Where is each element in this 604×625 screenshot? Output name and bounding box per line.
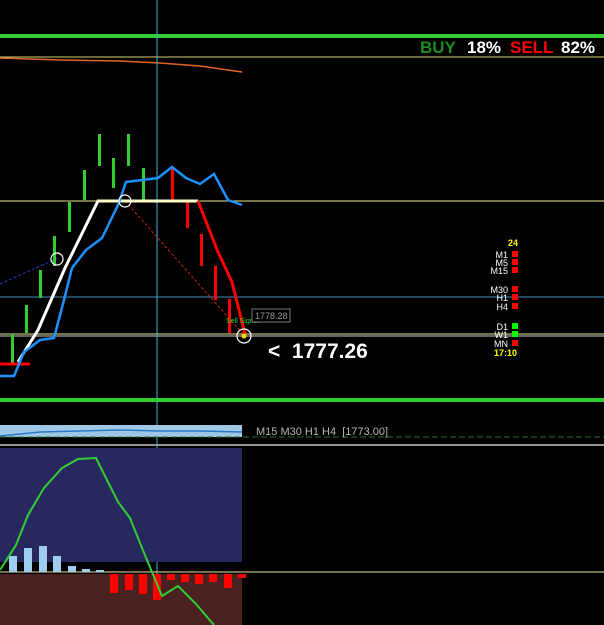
bull-candle (142, 168, 145, 200)
histogram-bar (68, 566, 76, 572)
histogram-bar (139, 574, 147, 594)
trading-chart[interactable]: BUY 18% SELL 82% Sell Signal 1778.28 < 1… (0, 0, 604, 625)
timeframe-status-box (512, 286, 518, 292)
bear-candle (214, 266, 217, 300)
histogram-bar (209, 574, 217, 582)
timeframe-status-box (512, 251, 518, 257)
trend-line-blue-dashed (0, 257, 59, 285)
bull-candle (112, 158, 115, 188)
signal-dot (241, 333, 247, 339)
channel-line-white (16, 199, 126, 363)
histogram-bar (224, 574, 232, 588)
long-moving-average (0, 57, 243, 73)
histogram-bar (24, 548, 32, 572)
bottom-frame-line (0, 398, 604, 402)
timeframe-counter: 24 (508, 238, 518, 248)
timeframe-label: M15 (490, 266, 508, 276)
sell-value: 82% (561, 38, 595, 57)
subwindow-label: M15 M30 H1 H4 [1773.00] (256, 426, 388, 438)
bear-candle (186, 202, 189, 228)
timeframe-status-box (512, 323, 518, 329)
timeframe-time: 17:10 (494, 348, 517, 358)
timeframe-label: H4 (496, 302, 508, 312)
bear-candle (200, 234, 203, 266)
histogram-bar (181, 574, 189, 582)
histogram-bar (39, 546, 47, 572)
histogram-bar (53, 556, 61, 572)
buy-label: BUY (420, 38, 457, 57)
histogram-bar (125, 574, 133, 590)
bull-candle (11, 334, 14, 364)
bull-candle (39, 270, 42, 298)
bull-candle (53, 236, 56, 266)
timeframe-status-box (512, 303, 518, 309)
timeframe-status-box (512, 294, 518, 300)
bull-candle (83, 170, 86, 200)
price-tag: 1778.28 (255, 311, 288, 321)
timeframe-status-box (512, 340, 518, 346)
signal-circle[interactable] (50, 252, 64, 266)
channel-line-red (196, 200, 247, 335)
sell-label: SELL (510, 38, 553, 57)
timeframe-status-box (512, 331, 518, 337)
histogram-bar (96, 570, 104, 572)
histogram-bar (167, 574, 175, 580)
blue-moving-average (0, 165, 243, 378)
bull-candles (11, 134, 145, 364)
bear-candles (171, 168, 231, 333)
histogram-bar (195, 574, 203, 584)
bull-candle (25, 305, 28, 333)
buy-value: 18% (467, 38, 501, 57)
timeframe-status-box (512, 267, 518, 273)
timeframe-status-box (512, 259, 518, 265)
bull-candle (127, 134, 130, 166)
timeframe-panel: M1M5M15M30H1H4D1W1MN (490, 250, 518, 349)
histogram-bar (238, 574, 246, 578)
oscillator-lower-zone (0, 574, 242, 625)
bear-candle (228, 299, 231, 333)
bull-candle (98, 134, 101, 166)
histogram-bar (82, 569, 90, 572)
histogram-bar (110, 574, 118, 593)
current-price: < 1777.26 (268, 340, 368, 363)
bear-candle (171, 168, 174, 200)
histogram-bar (9, 556, 17, 572)
bull-candle (68, 202, 71, 232)
